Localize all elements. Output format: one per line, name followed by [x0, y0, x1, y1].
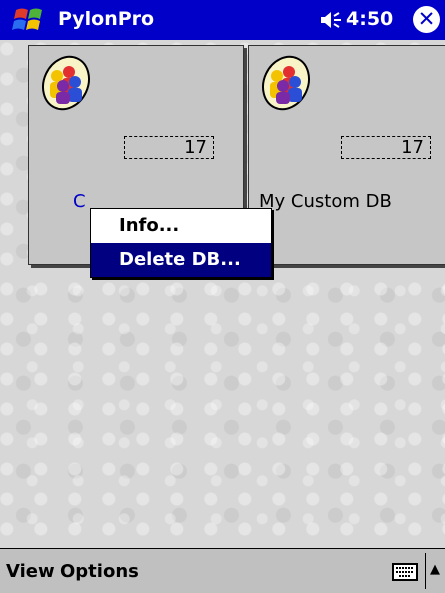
windows-flag-icon[interactable] [12, 6, 46, 34]
options-menu[interactable]: Options [60, 561, 139, 582]
menu-item-delete-db[interactable]: Delete DB... [91, 243, 271, 277]
database-grid: 17 C 17 My Custom DB Info... Delete DB..… [0, 40, 445, 548]
database-name: My Custom DB [259, 191, 392, 212]
app-title: PylonPro [58, 8, 155, 30]
view-menu[interactable]: View [6, 561, 55, 582]
clock[interactable]: 4:50 [346, 8, 393, 30]
context-menu: Info... Delete DB... [90, 208, 272, 278]
title-bar: PylonPro 4:50 ✕ [0, 0, 445, 40]
contacts-database-icon [42, 55, 90, 111]
database-tile[interactable]: 17 My Custom DB [248, 45, 445, 265]
speaker-icon[interactable] [320, 11, 342, 29]
record-count: 17 [124, 136, 214, 159]
keyboard-icon[interactable] [392, 563, 418, 581]
close-button[interactable]: ✕ [413, 6, 440, 33]
input-panel-arrow[interactable]: ▲ [425, 553, 444, 589]
database-name: C [73, 191, 86, 212]
contacts-database-icon [262, 55, 310, 111]
record-count: 17 [341, 136, 431, 159]
bottom-menu-bar: View Options ▲ [0, 548, 445, 593]
menu-item-info[interactable]: Info... [91, 209, 271, 243]
